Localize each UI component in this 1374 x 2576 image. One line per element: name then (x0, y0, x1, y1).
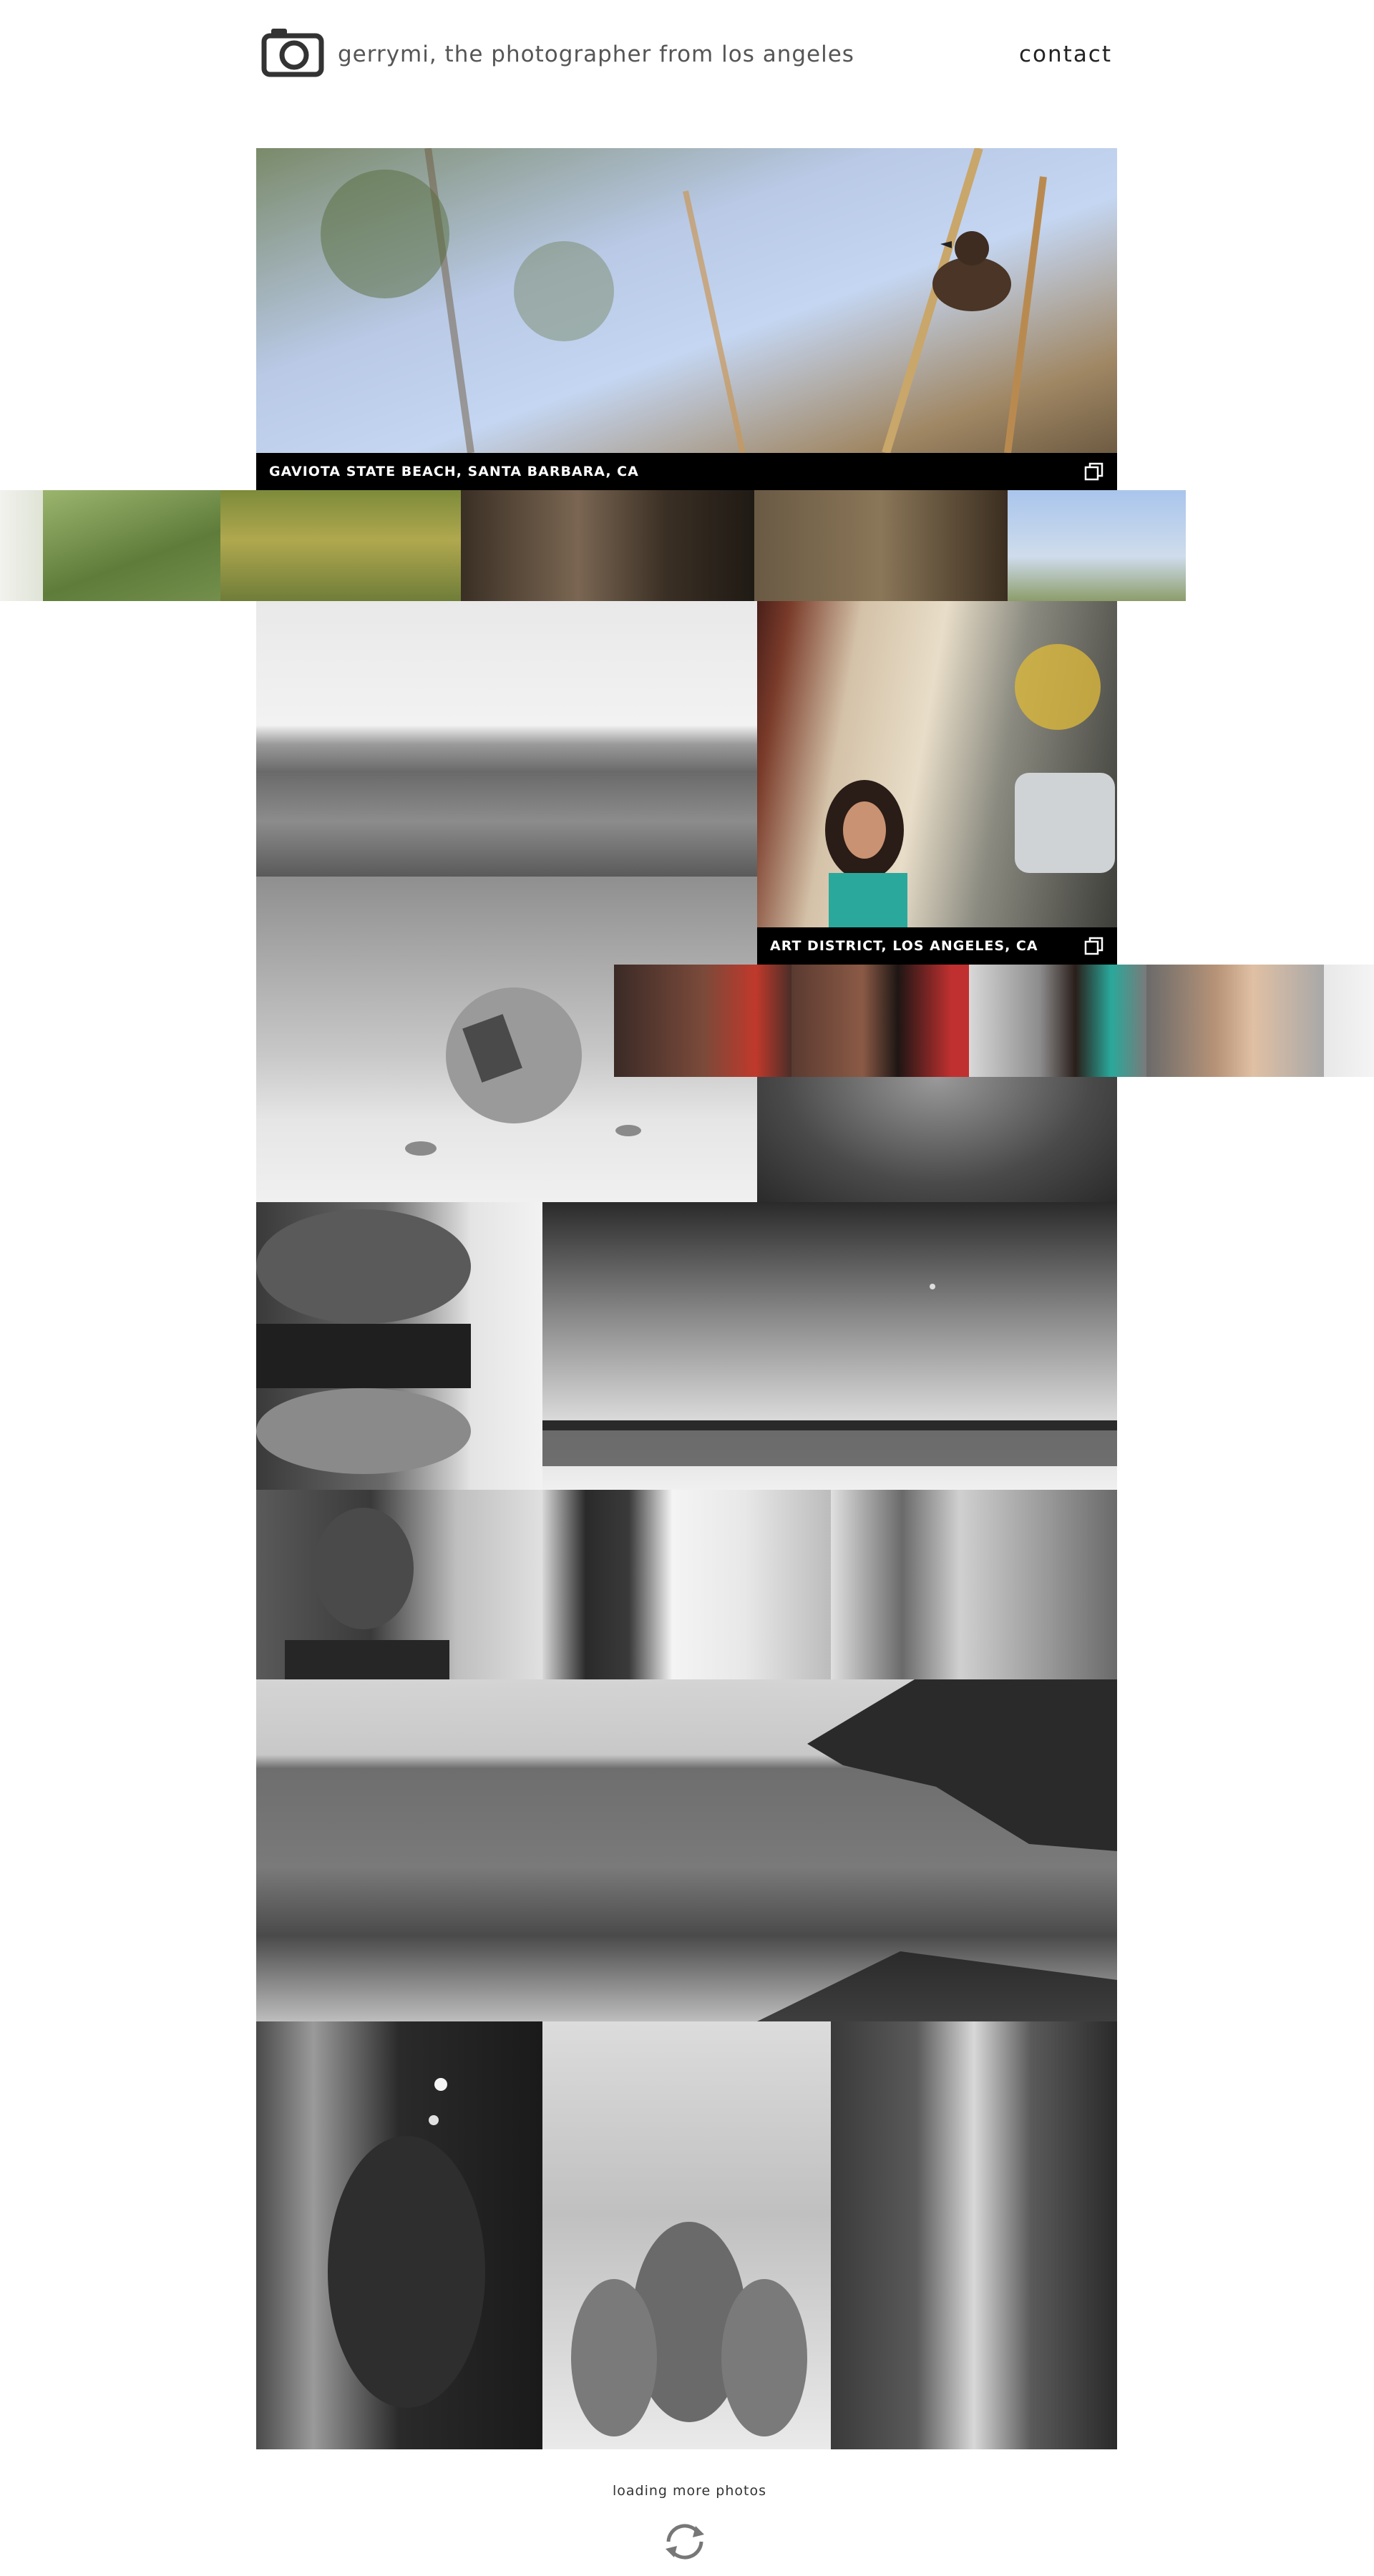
refresh-icon (666, 2524, 704, 2560)
featured-photo-art-district[interactable]: ART DISTRICT, LOS ANGELES, CA (757, 601, 1117, 965)
site-title[interactable]: gerrymi, the photographer from los angel… (338, 42, 854, 67)
thumbnail-bird-ground[interactable] (754, 490, 1008, 601)
photo-trio[interactable] (542, 2021, 831, 2449)
thumbnail-woman-teal[interactable] (969, 965, 1146, 1077)
thumbnail-grass-1[interactable] (0, 490, 43, 601)
thumbnail-bird-rail[interactable] (461, 490, 754, 601)
photo-caption: GAVIOTA STATE BEACH, SANTA BARBARA, CA (256, 453, 1117, 490)
photo-pier[interactable] (542, 1202, 1117, 1490)
photo-caption: ART DISTRICT, LOS ANGELES, CA (757, 927, 1117, 965)
woman-at-cafe-illustration (825, 644, 1115, 927)
thumbnail-tree-sky[interactable] (1008, 490, 1186, 601)
photo-strip (614, 965, 1374, 1077)
gallery-icon[interactable] (1084, 462, 1104, 482)
gallery-icon[interactable] (1084, 936, 1104, 956)
hallway-lights (328, 2078, 485, 2408)
thumbnail-grass-2[interactable] (43, 490, 220, 601)
photo-photographer-hallway[interactable] (256, 2021, 542, 2449)
thumbnail-woman-smiling[interactable] (791, 965, 969, 1077)
thumbnail-woman-red-dress[interactable] (614, 965, 791, 1077)
thumbnail-woman-portrait[interactable] (1146, 965, 1324, 1077)
photo-strip (0, 490, 1193, 601)
featured-photo-gaviota[interactable]: GAVIOTA STATE BEACH, SANTA BARBARA, CA (256, 148, 1117, 490)
photo-coastline[interactable] (256, 1679, 1117, 2021)
camera-icon[interactable] (261, 26, 324, 77)
photo-cowboy-car[interactable] (831, 1490, 1117, 1679)
pier-illustration (542, 1284, 1117, 1466)
photo-burger[interactable] (256, 1202, 542, 1490)
caption-text: GAVIOTA STATE BEACH, SANTA BARBARA, CA (269, 464, 639, 479)
photo-man-portrait[interactable] (256, 1490, 542, 1679)
thumbnail-bushes[interactable] (220, 490, 461, 601)
man-illustration (285, 1508, 449, 1679)
thumbnail-wall[interactable] (1324, 965, 1374, 1077)
photo-umbrella[interactable] (757, 1077, 1117, 1202)
burger-illustration (256, 1209, 471, 1474)
cliff-illustration (757, 1679, 1117, 2021)
contact-link[interactable]: contact (1019, 42, 1112, 67)
loading-more-text: loading more photos (613, 2483, 766, 2499)
caption-text: ART DISTRICT, LOS ANGELES, CA (770, 938, 1038, 954)
photo-harbor[interactable] (256, 601, 757, 877)
trio-illustration (571, 2222, 807, 2436)
photo-alley-fire-escape[interactable] (831, 2021, 1117, 2449)
bird-illustration (321, 148, 1047, 453)
photo-wedding-couple[interactable] (542, 1490, 831, 1679)
